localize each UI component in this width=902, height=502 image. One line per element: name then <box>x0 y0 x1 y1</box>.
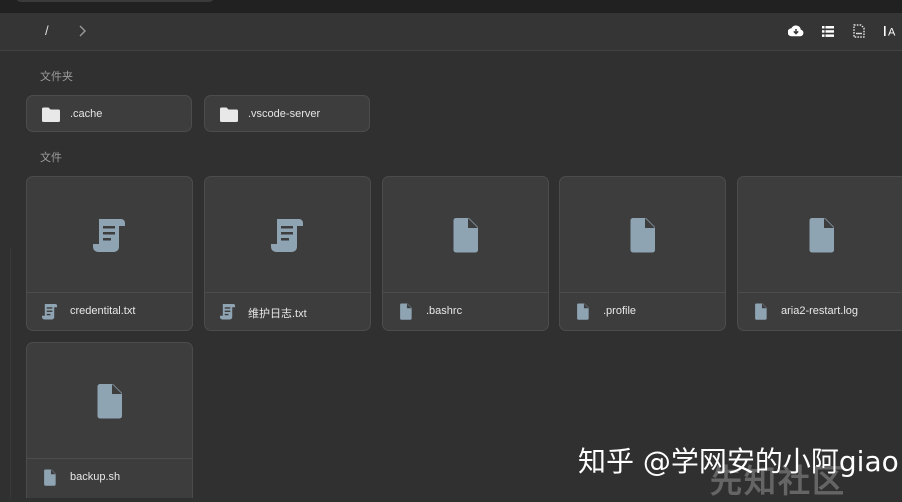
watermark-text: 知乎 @学网安的小阿giao <box>578 445 899 478</box>
script-icon <box>42 303 58 320</box>
list-view-icon[interactable] <box>819 22 837 40</box>
card-divider <box>738 292 902 293</box>
file-card[interactable]: .profile <box>559 176 726 331</box>
file-icon <box>809 218 834 253</box>
script-icon <box>220 303 236 320</box>
breadcrumb-root[interactable]: / <box>45 23 49 38</box>
breadcrumb-bar: / A <box>0 13 902 51</box>
file-info-icon[interactable] <box>850 22 868 40</box>
file-icon <box>577 303 589 320</box>
folder-icon <box>220 107 238 122</box>
script-icon <box>92 219 125 252</box>
divider <box>10 248 11 498</box>
file-name: .bashrc <box>426 305 463 317</box>
folder-card[interactable]: .cache <box>26 95 192 132</box>
cloud-download-icon[interactable] <box>787 22 805 40</box>
file-card[interactable]: credentital.txt <box>26 176 193 331</box>
folder-name: .vscode-server <box>248 108 321 120</box>
file-icon <box>630 218 655 253</box>
folder-card[interactable]: .vscode-server <box>204 95 370 132</box>
file-icon <box>453 218 478 253</box>
file-name: 维护日志.txt <box>248 308 307 320</box>
file-name: aria2-restart.log <box>781 305 859 317</box>
file-card[interactable]: 维护日志.txt <box>204 176 371 331</box>
file-card[interactable]: .bashrc <box>382 176 549 331</box>
text-size-icon[interactable]: A <box>882 22 900 40</box>
card-divider <box>27 292 192 293</box>
folders-section-label: 文件夹 <box>40 71 73 83</box>
text-size-label: A <box>888 27 896 38</box>
file-icon <box>755 303 767 320</box>
file-icon <box>400 303 412 320</box>
file-icon <box>97 384 122 419</box>
script-icon <box>270 219 303 252</box>
card-divider <box>27 458 192 459</box>
file-name: .profile <box>603 305 637 317</box>
file-card[interactable]: aria2-restart.log <box>737 176 902 331</box>
file-icon <box>44 469 56 486</box>
card-divider <box>560 292 725 293</box>
card-divider <box>205 292 370 293</box>
search-bar-edge[interactable] <box>14 0 216 2</box>
top-bar <box>0 0 902 13</box>
card-divider <box>383 292 548 293</box>
file-name: credentital.txt <box>70 305 136 317</box>
file-name: backup.sh <box>70 471 121 483</box>
folder-name: .cache <box>70 108 103 120</box>
folder-icon <box>42 107 60 122</box>
file-card[interactable]: backup.sh <box>26 342 193 498</box>
files-section-label: 文件 <box>40 152 62 164</box>
chevron-right-icon <box>79 25 86 37</box>
